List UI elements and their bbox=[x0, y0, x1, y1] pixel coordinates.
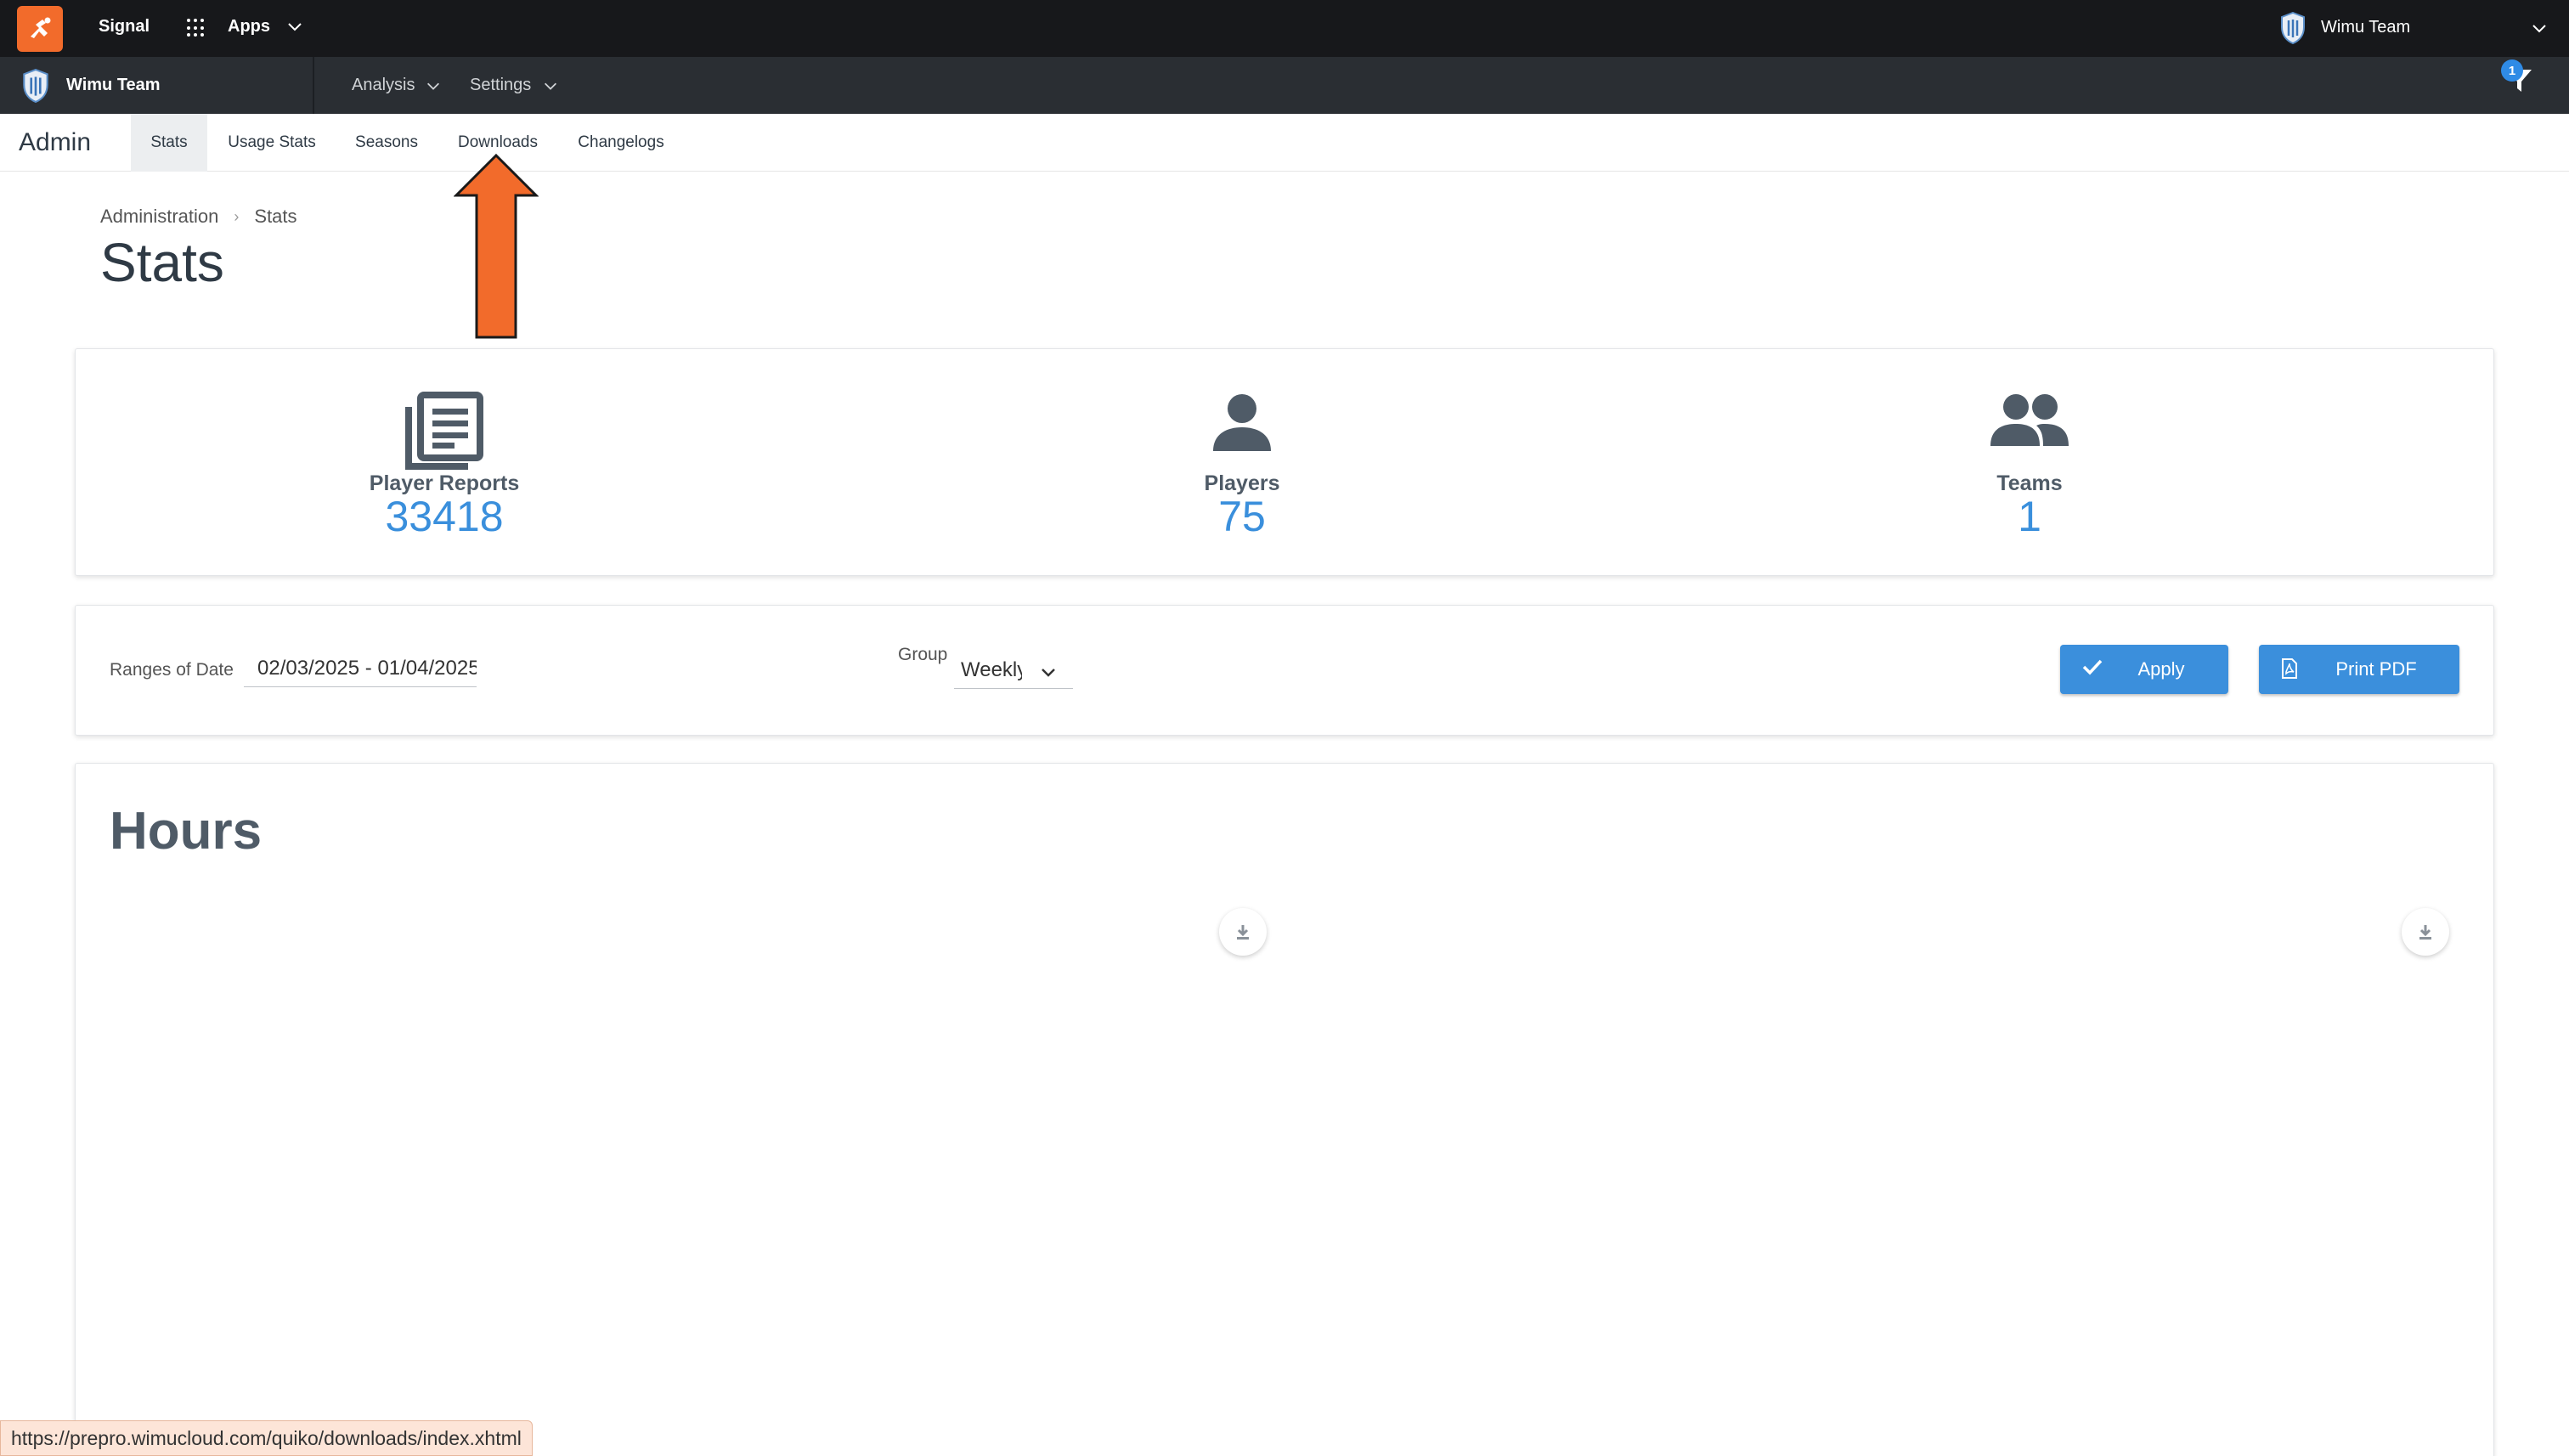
top-bar: Signal Apps Wimu Team bbox=[0, 0, 2569, 57]
print-pdf-button[interactable]: Print PDF bbox=[2259, 645, 2459, 694]
chevron-down-icon bbox=[1042, 669, 1055, 677]
download-icon bbox=[1237, 925, 1249, 940]
stat-value: 33418 bbox=[385, 493, 504, 540]
breadcrumb-stats: Stats bbox=[254, 206, 297, 227]
hours-title: Hours bbox=[110, 802, 263, 861]
apps-grid-icon[interactable] bbox=[187, 19, 206, 37]
admin-tab-bar: Admin Stats Usage Stats Seasons Download… bbox=[0, 114, 2569, 172]
secondary-nav-bar: Wimu Team Analysis Settings bbox=[0, 57, 2569, 114]
notification-badge[interactable]: 1 bbox=[2501, 59, 2523, 82]
download-icon bbox=[2419, 925, 2431, 940]
stat-value: 75 bbox=[1218, 493, 1266, 540]
team-name[interactable]: Wimu Team bbox=[66, 76, 161, 95]
section-title: Admin bbox=[19, 128, 92, 156]
group-label: Group bbox=[898, 645, 948, 664]
apps-menu[interactable]: Apps bbox=[228, 17, 270, 37]
group-select-value: Weekly bbox=[961, 658, 1022, 681]
chart-download-button[interactable] bbox=[2402, 908, 2449, 956]
breadcrumb-separator: › bbox=[234, 207, 240, 225]
team-shield-icon bbox=[23, 69, 48, 103]
summary-stats-card: Player Reports 33418 Players 75 Teams 1 bbox=[75, 348, 2494, 576]
breadcrumb-administration[interactable]: Administration bbox=[100, 206, 218, 228]
stat-teams: Teams 1 bbox=[1902, 349, 2157, 577]
chevron-down-icon[interactable] bbox=[285, 17, 304, 36]
date-range-label: Ranges of Date bbox=[110, 660, 234, 680]
stat-player-reports: Player Reports 33418 bbox=[317, 349, 572, 577]
analysis-menu[interactable]: Analysis bbox=[352, 76, 415, 95]
chevron-down-icon[interactable] bbox=[542, 77, 559, 94]
app-name[interactable]: Signal bbox=[99, 17, 150, 37]
group-select[interactable]: Weekly bbox=[954, 650, 1073, 689]
team-shield-icon bbox=[2281, 12, 2305, 44]
chevron-down-icon[interactable] bbox=[2530, 19, 2549, 37]
signal-logo-icon[interactable] bbox=[17, 6, 63, 52]
person-icon bbox=[1213, 394, 1271, 451]
page-title: Stats bbox=[100, 232, 224, 293]
annotation-arrow-up-icon bbox=[454, 153, 539, 339]
divider bbox=[313, 57, 314, 114]
stat-value: 1 bbox=[2018, 493, 2041, 540]
tab-stats[interactable]: Stats bbox=[131, 114, 207, 172]
team-selector[interactable]: Wimu Team bbox=[2321, 18, 2410, 37]
breadcrumb: Administration › Stats bbox=[100, 206, 297, 228]
tab-seasons[interactable]: Seasons bbox=[338, 114, 435, 172]
date-range-input[interactable] bbox=[244, 650, 477, 687]
apply-button[interactable]: Apply bbox=[2060, 645, 2228, 694]
tab-changelogs[interactable]: Changelogs bbox=[562, 114, 680, 172]
hours-chart-card: Hours bbox=[75, 763, 2494, 1456]
print-pdf-label: Print PDF bbox=[2335, 658, 2417, 680]
report-list-icon bbox=[405, 392, 483, 470]
tab-usage-stats[interactable]: Usage Stats bbox=[216, 114, 328, 172]
apply-button-label: Apply bbox=[2137, 658, 2185, 680]
filters-card: Ranges of Date Group Weekly Apply Print … bbox=[75, 605, 2494, 736]
chevron-down-icon[interactable] bbox=[425, 77, 442, 94]
settings-menu[interactable]: Settings bbox=[470, 76, 531, 95]
chart-download-button[interactable] bbox=[1219, 908, 1267, 956]
link-status-bar: https://prepro.wimucloud.com/quiko/downl… bbox=[0, 1420, 533, 1456]
stat-players: Players 75 bbox=[1115, 349, 1369, 577]
group-icon bbox=[1990, 394, 2069, 446]
